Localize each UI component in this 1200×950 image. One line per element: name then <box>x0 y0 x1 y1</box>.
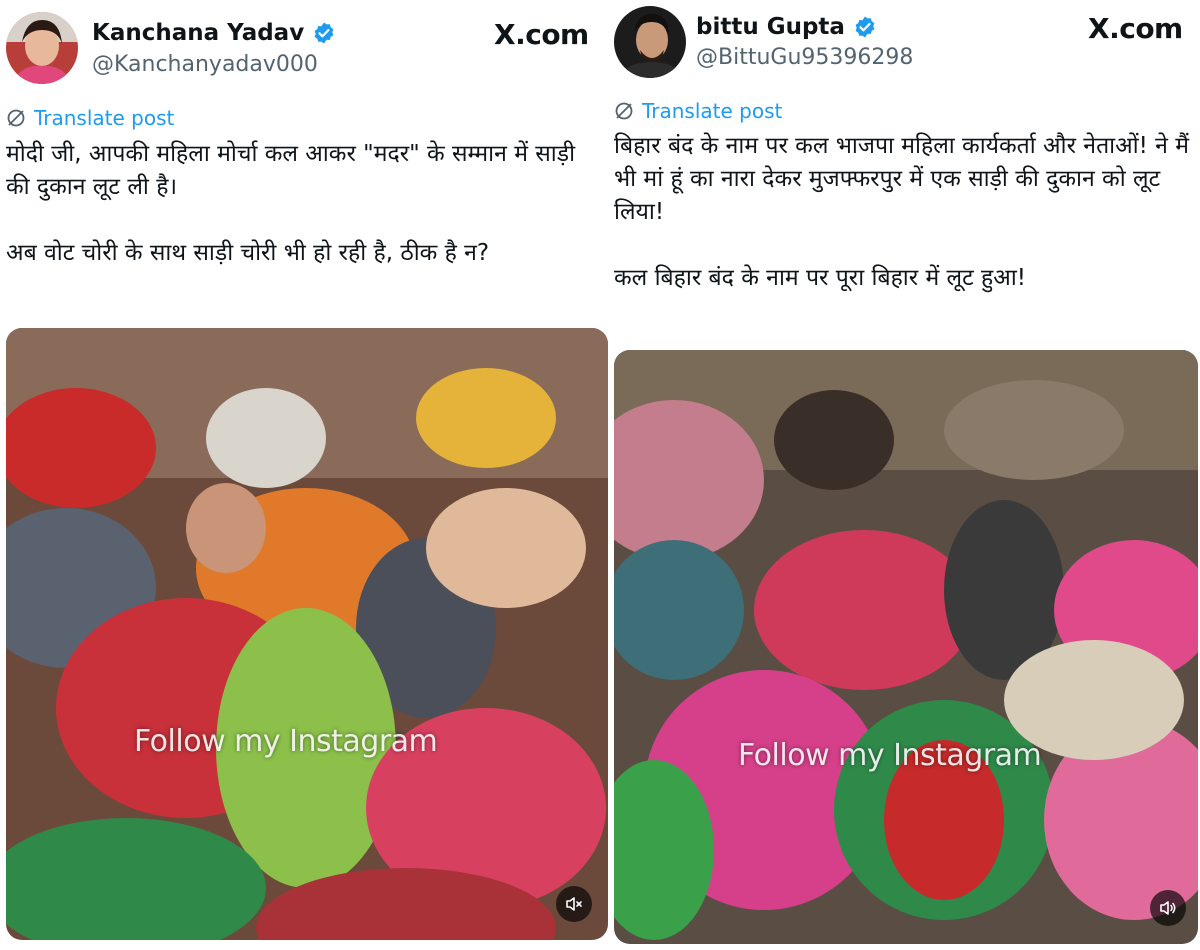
site-logo-label: X.com <box>494 18 589 51</box>
translate-label: Translate post <box>34 106 175 130</box>
author-name[interactable]: Kanchana Yadav <box>92 20 304 46</box>
tweet-paragraph-2: अब वोट चोरी के साथ साड़ी चोरी भी हो रही … <box>6 240 490 266</box>
author-handle[interactable]: @BittuGu95396298 <box>696 45 913 70</box>
avatar-bittu[interactable] <box>614 6 686 78</box>
verified-badge-icon <box>314 22 334 44</box>
tweet-paragraph-2: कल बिहार बंद के नाम पर पूरा बिहार में लू… <box>614 265 1026 291</box>
video-frame <box>6 328 608 940</box>
globe-icon <box>615 102 633 120</box>
mute-toggle-button[interactable] <box>556 886 592 922</box>
tweet-paragraph-1: मोदी जी, आपकी महिला मोर्चा कल आकर "मदर" … <box>6 141 576 200</box>
tweet-text: बिहार बंद के नाम पर कल भाजपा महिला कार्य… <box>614 130 1198 295</box>
translate-label: Translate post <box>642 99 783 123</box>
author-row: Kanchana Yadav <box>92 20 336 46</box>
author-name[interactable]: bittu Gupta <box>696 14 845 40</box>
site-logo-label: X.com <box>1088 12 1183 45</box>
avatar-image <box>614 6 686 78</box>
translate-post-link[interactable]: Translate post <box>614 99 782 123</box>
tweet-paragraph-1: बिहार बंद के नाम पर कल भाजपा महिला कार्य… <box>614 133 1190 225</box>
volume-toggle-button[interactable] <box>1150 890 1186 926</box>
verified-badge-icon <box>855 16 875 38</box>
speaker-icon <box>1160 901 1176 915</box>
video-frame <box>614 350 1198 944</box>
speaker-muted-icon <box>566 897 582 911</box>
tweet-text: मोदी जी, आपकी महिला मोर्चा कल आकर "मदर" … <box>6 138 602 270</box>
avatar-image <box>6 12 78 84</box>
avatar-kanchana[interactable] <box>6 12 78 84</box>
tweet-card-left: Kanchana Yadav @Kanchanyadav000 X.com Tr… <box>0 0 610 950</box>
video-watermark: Follow my Instagram <box>134 724 438 759</box>
video-player[interactable]: Follow my Instagram <box>614 350 1198 944</box>
video-watermark: Follow my Instagram <box>738 738 1042 773</box>
author-row: bittu Gupta <box>696 14 877 40</box>
video-player[interactable]: Follow my Instagram <box>6 328 608 940</box>
author-handle[interactable]: @Kanchanyadav000 <box>92 52 318 77</box>
globe-icon <box>7 109 25 127</box>
translate-post-link[interactable]: Translate post <box>6 106 174 130</box>
tweet-card-right: bittu Gupta @BittuGu95396298 X.com Trans… <box>610 0 1200 950</box>
